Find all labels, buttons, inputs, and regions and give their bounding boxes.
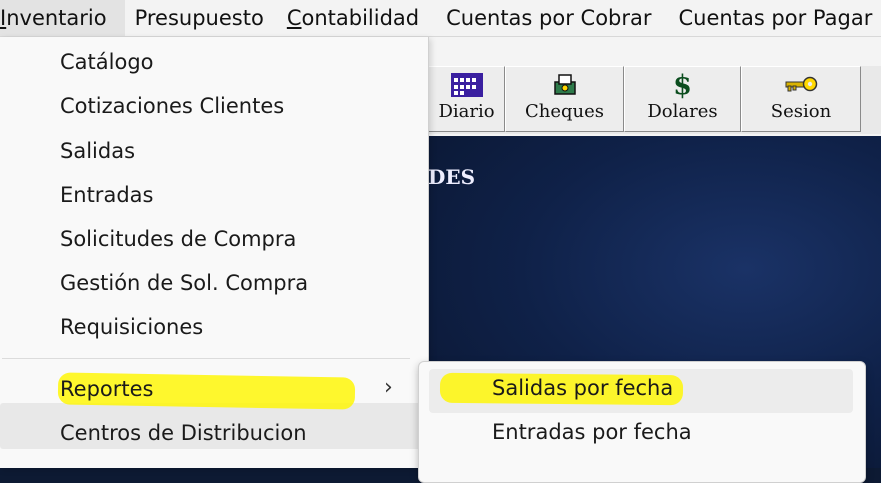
- menu-item-cotizaciones-clientes[interactable]: Cotizaciones Clientes: [60, 94, 284, 118]
- menu-cuentas-pagar-label: Cuentas por Pagar: [678, 6, 873, 30]
- menu-contabilidad-label: ontabilidad: [301, 6, 420, 30]
- toolbar-sesion-button[interactable]: Sesion: [741, 66, 861, 132]
- submenu-item-salidas-por-fecha[interactable]: Salidas por fecha: [492, 376, 673, 400]
- toolbar-dolares-label: Dolares: [647, 101, 718, 122]
- menu-inventario-label: nventario: [6, 6, 107, 30]
- key-icon: [742, 71, 860, 99]
- calendar-icon: [429, 71, 504, 99]
- menu-cuentas-pagar[interactable]: Cuentas por Pagar: [679, 0, 881, 36]
- menu-separator: [2, 358, 410, 359]
- toolbar-sesion-label: Sesion: [770, 101, 832, 122]
- toolbar-cheques-label: Cheques: [524, 101, 605, 122]
- toolbar-cheques-button[interactable]: Cheques: [505, 66, 624, 132]
- menu-contabilidad[interactable]: Contabilidad: [287, 0, 430, 36]
- submenu-item-entradas-por-fecha[interactable]: Entradas por fecha: [492, 420, 692, 444]
- menu-item-entradas[interactable]: Entradas: [60, 183, 153, 207]
- chevron-right-icon: ›: [384, 375, 393, 400]
- menu-item-requisiciones[interactable]: Requisiciones: [60, 315, 203, 339]
- menu-inventario[interactable]: Inventario: [0, 0, 125, 36]
- menu-cuentas-cobrar[interactable]: Cuentas por Cobrar: [446, 0, 662, 36]
- menu-item-gestion-sol-compra[interactable]: Gestión de Sol. Compra: [60, 271, 308, 295]
- menu-item-centros-distribucion[interactable]: Centros de Distribucion: [60, 421, 307, 445]
- menu-cuentas-cobrar-label: Cuentas por Cobrar: [446, 6, 652, 30]
- menu-item-catalogo[interactable]: Catálogo: [60, 50, 154, 74]
- menu-item-solicitudes-compra[interactable]: Solicitudes de Compra: [60, 227, 296, 251]
- menu-contabilidad-mnemonic: C: [286, 6, 302, 30]
- toolbar: Diario Cheques $ Dolares Sesion: [428, 66, 881, 134]
- toolbar-diario-button[interactable]: Diario: [428, 66, 505, 132]
- toolbar-dolares-button[interactable]: $ Dolares: [624, 66, 741, 132]
- menu-presupuesto[interactable]: Presupuesto: [135, 0, 275, 36]
- dollar-icon: $: [673, 69, 692, 101]
- menu-presupuesto-label: Presupuesto: [134, 6, 264, 30]
- menu-bar: Inventario Presupuesto Contabilidad Cuen…: [0, 0, 881, 37]
- menu-item-reportes[interactable]: Reportes: [60, 377, 153, 401]
- printer-icon: [506, 71, 623, 99]
- panel-title-fragment: DES: [428, 165, 476, 189]
- toolbar-diario-label: Diario: [438, 101, 495, 122]
- menu-item-salidas[interactable]: Salidas: [60, 139, 135, 163]
